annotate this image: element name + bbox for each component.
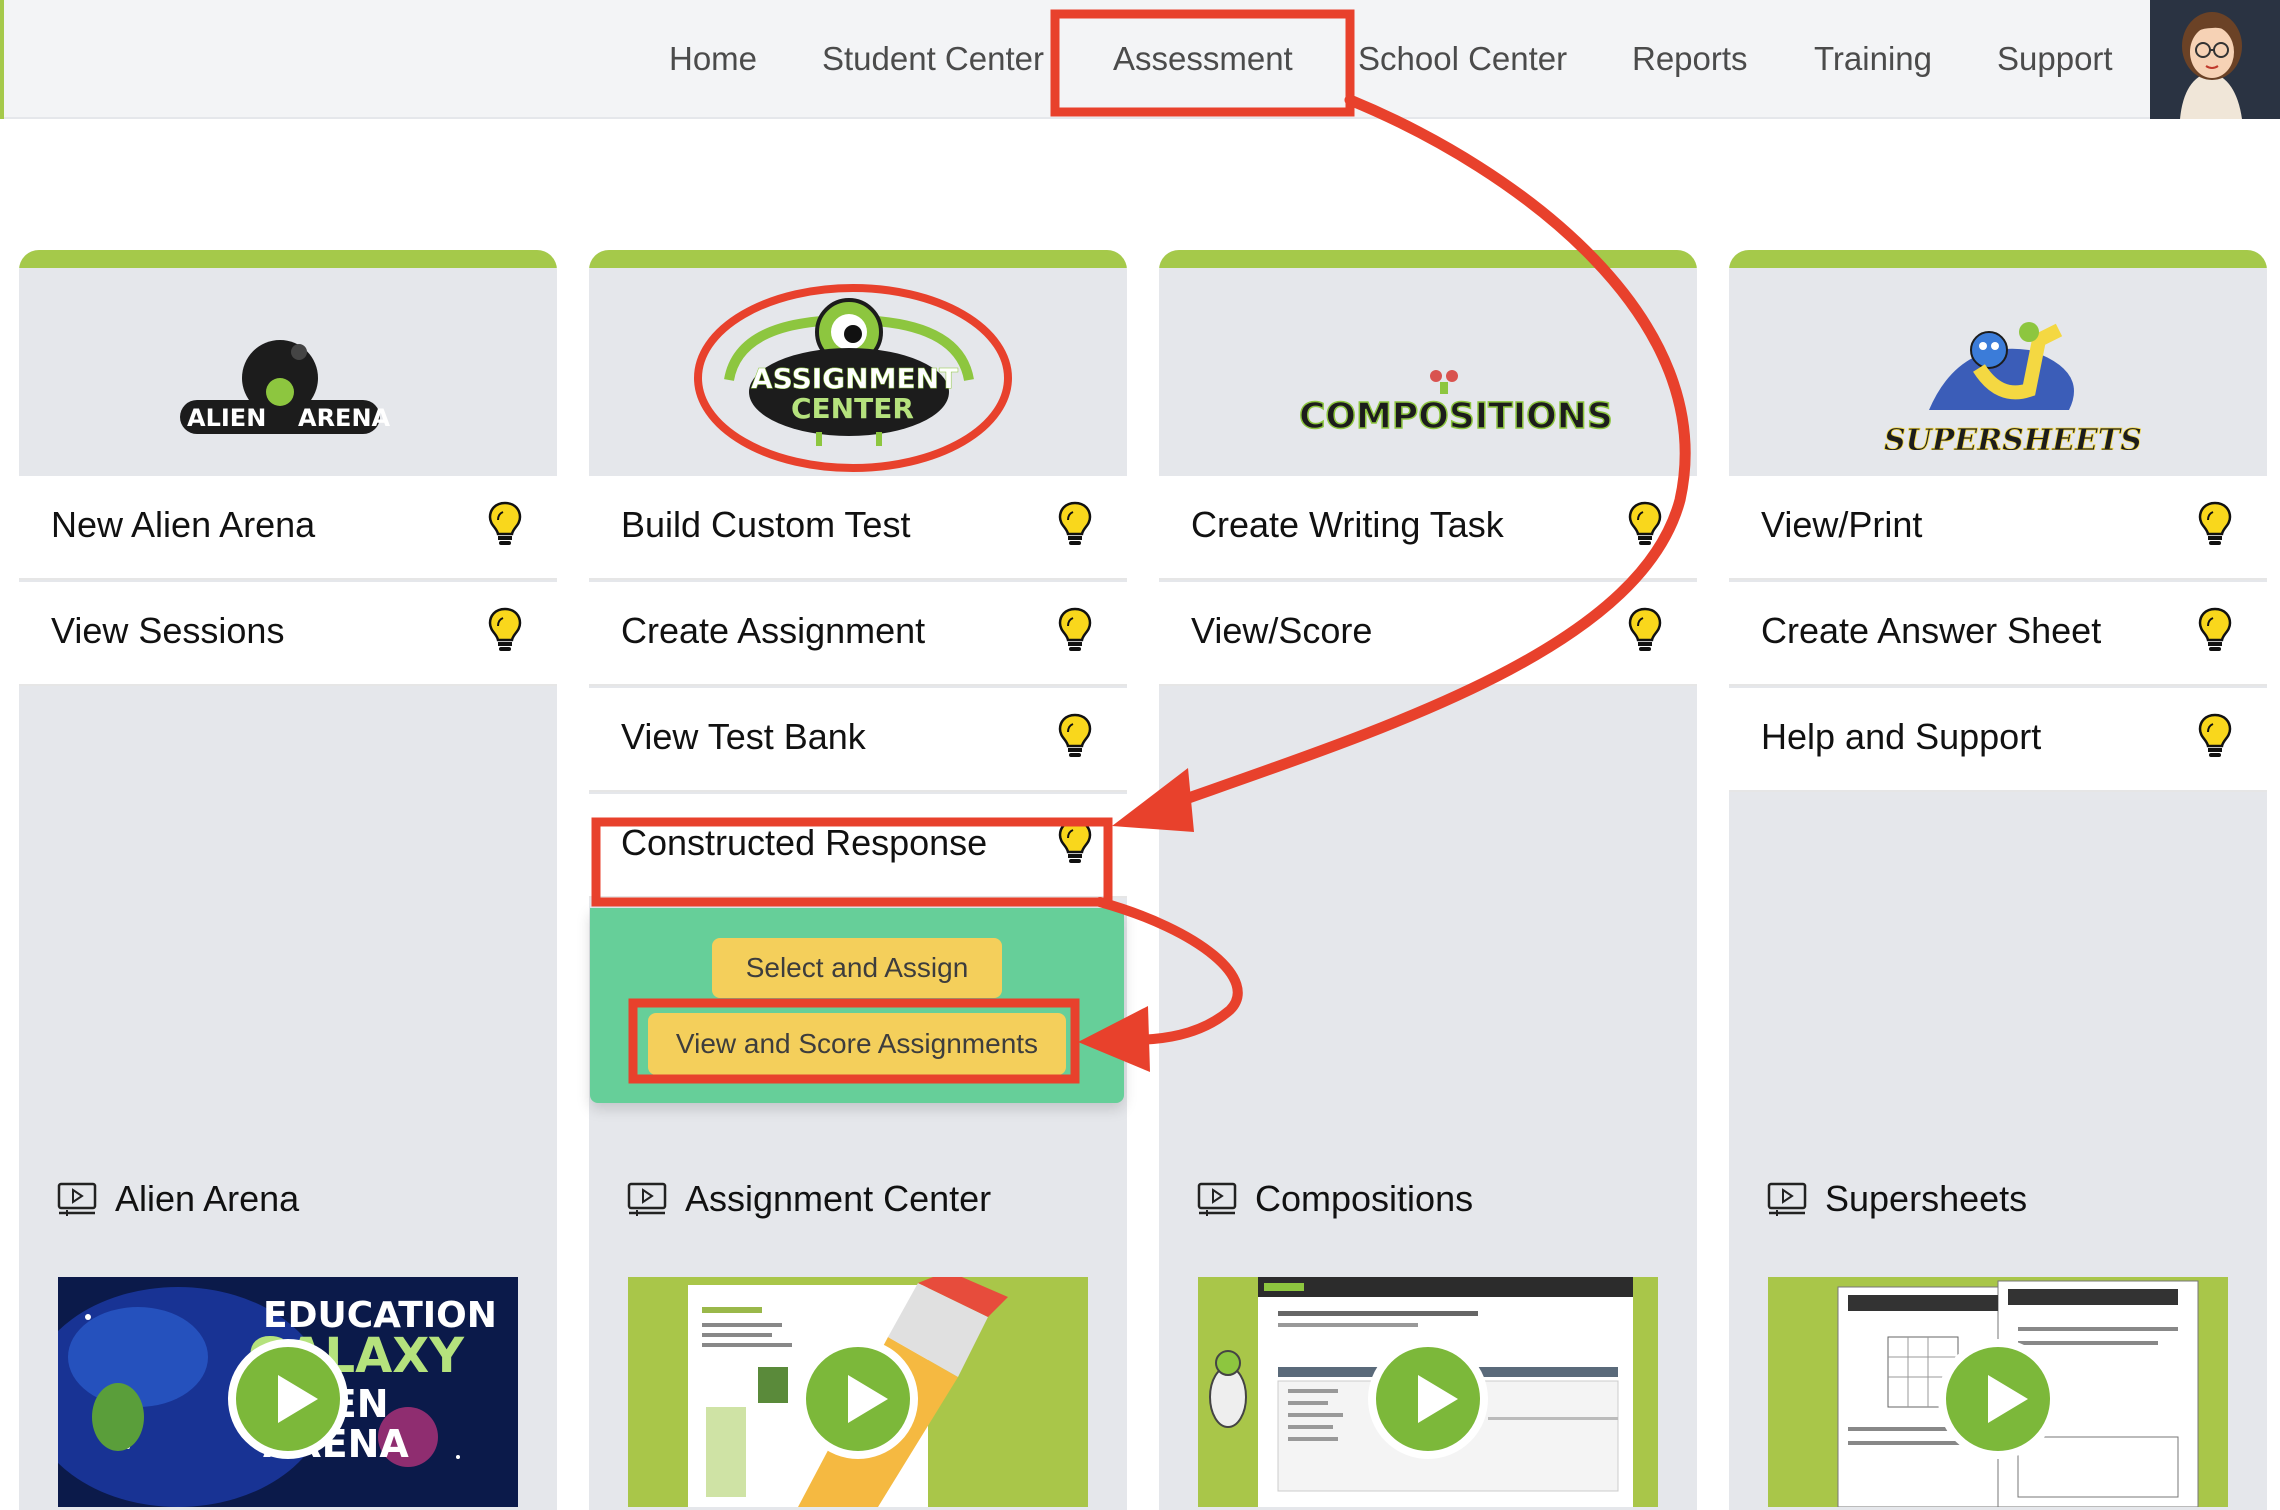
menu-item-view-test-bank[interactable]: View Test Bank [589, 688, 1127, 792]
nav-home[interactable]: Home [669, 0, 757, 117]
menu-item-label: View/Score [1191, 610, 1373, 651]
menu-item-create-answer-sheet[interactable]: Create Answer Sheet [1729, 582, 2267, 686]
constructed-response-dropdown: Select and Assign View and Score Assignm… [590, 908, 1124, 1103]
video-thumbnail-assignment-center[interactable] [628, 1277, 1088, 1507]
menu-item-view-print[interactable]: View/Print [1729, 476, 2267, 580]
video-icon [57, 1182, 97, 1216]
play-button[interactable] [798, 1339, 918, 1459]
menu-item-create-assignment[interactable]: Create Assignment [589, 582, 1127, 686]
menu-item-view-sessions[interactable]: View Sessions [19, 582, 557, 686]
menu-item-new-alien-arena[interactable]: New Alien Arena [19, 476, 557, 580]
video-icon [1767, 1182, 1807, 1216]
avatar-icon [2150, 0, 2280, 119]
lightbulb-icon[interactable] [1627, 500, 1663, 548]
play-button[interactable] [228, 1339, 348, 1459]
nav-school-center[interactable]: School Center [1358, 0, 1567, 117]
video-title-alien-arena: Alien Arena [57, 1178, 299, 1220]
lightbulb-icon[interactable] [1057, 818, 1093, 866]
menu-item-view-score[interactable]: View/Score [1159, 582, 1697, 686]
video-thumbnail-supersheets[interactable] [1768, 1277, 2228, 1507]
compositions-logo-text: COMPOSITIONS [1299, 396, 1613, 437]
panel-top-accent [589, 250, 1127, 268]
alien-arena-panel: ALIEN ARENA New Alien Arena View Session… [19, 250, 557, 1510]
menu-item-build-custom-test[interactable]: Build Custom Test [589, 476, 1127, 580]
lightbulb-icon[interactable] [1057, 500, 1093, 548]
select-and-assign-button[interactable]: Select and Assign [712, 938, 1002, 998]
supersheets-logo-text: SUPERSHEETS [1884, 423, 2142, 450]
nav-assessment[interactable]: Assessment [1113, 0, 1293, 117]
alien-logo-text-left: ALIEN [187, 404, 266, 432]
menu-item-label: New Alien Arena [51, 504, 316, 545]
video-title-text: Assignment Center [685, 1178, 992, 1219]
panel-top-accent [19, 250, 557, 268]
supersheets-panel: SUPERSHEETS View/Print Create Answer She… [1729, 250, 2267, 1510]
nav-reports[interactable]: Reports [1632, 0, 1748, 117]
nav-training[interactable]: Training [1814, 0, 1932, 117]
menu-item-label: Create Answer Sheet [1761, 610, 2102, 651]
video-icon [1197, 1182, 1237, 1216]
lightbulb-icon[interactable] [1627, 606, 1663, 654]
lightbulb-icon[interactable] [487, 606, 523, 654]
alien-logo-text-right: ARENA [298, 404, 391, 432]
nav-support[interactable]: Support [1997, 0, 2113, 117]
menu-item-help-and-support[interactable]: Help and Support [1729, 688, 2267, 792]
lightbulb-icon[interactable] [2197, 712, 2233, 760]
menu-item-label: Constructed Response [621, 822, 988, 863]
menu-item-label: View Sessions [51, 610, 285, 651]
assignment-center-panel: ASSIGNMENT CENTER Build Custom Test Crea… [589, 250, 1127, 1510]
compositions-logo: COMPOSITIONS [1159, 280, 1697, 450]
assignment-logo-text-bottom: CENTER [791, 392, 914, 425]
menu-item-label: Create Assignment [621, 610, 926, 651]
lightbulb-icon[interactable] [1057, 712, 1093, 760]
video-thumbnail-alien-arena[interactable]: EDUCATION GALAXY ALIEN ARENA [58, 1277, 518, 1507]
menu-item-create-writing-task[interactable]: Create Writing Task [1159, 476, 1697, 580]
menu-item-label: Build Custom Test [621, 504, 911, 545]
lightbulb-icon[interactable] [1057, 606, 1093, 654]
view-and-score-assignments-button[interactable]: View and Score Assignments [648, 1013, 1066, 1075]
assignment-logo-text-top: ASSIGNMENT [751, 362, 958, 395]
video-title-compositions: Compositions [1197, 1178, 1473, 1220]
video-icon [627, 1182, 667, 1216]
video-thumbnail-compositions[interactable] [1198, 1277, 1658, 1507]
topbar-accent [0, 0, 4, 119]
menu-item-constructed-response[interactable]: Constructed Response [589, 794, 1127, 898]
menu-item-label: Help and Support [1761, 716, 2042, 757]
video-title-text: Supersheets [1825, 1178, 2028, 1219]
play-button[interactable] [1938, 1339, 2058, 1459]
supersheets-logo: SUPERSHEETS [1729, 280, 2267, 458]
play-button[interactable] [1368, 1339, 1488, 1459]
menu-item-label: View/Print [1761, 504, 1923, 545]
video-title-text: Compositions [1255, 1178, 1474, 1219]
alien-arena-logo: ALIEN ARENA [19, 280, 557, 450]
menu-item-label: View Test Bank [621, 716, 866, 757]
nav-student-center[interactable]: Student Center [822, 0, 1044, 117]
compositions-panel: COMPOSITIONS Create Writing Task View/Sc… [1159, 250, 1697, 1510]
panel-top-accent [1159, 250, 1697, 268]
lightbulb-icon[interactable] [2197, 500, 2233, 548]
menu-item-label: Create Writing Task [1191, 504, 1504, 545]
video-title-supersheets: Supersheets [1767, 1178, 2027, 1220]
video-title-text: Alien Arena [115, 1178, 300, 1219]
top-navigation-bar: Home Student Center Assessment School Ce… [0, 0, 2280, 119]
avatar[interactable] [2150, 0, 2280, 119]
assignment-center-logo: ASSIGNMENT CENTER [589, 280, 1127, 450]
video-title-assignment-center: Assignment Center [627, 1178, 991, 1220]
lightbulb-icon[interactable] [487, 500, 523, 548]
panel-top-accent [1729, 250, 2267, 268]
lightbulb-icon[interactable] [2197, 606, 2233, 654]
